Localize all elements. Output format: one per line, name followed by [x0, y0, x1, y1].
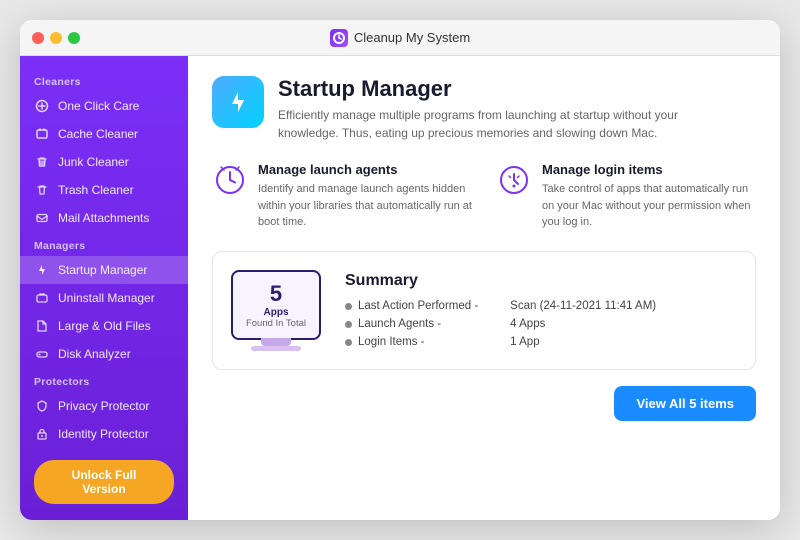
summary-label-1: Launch Agents -	[358, 318, 441, 330]
summary-dot	[345, 339, 352, 346]
sidebar-item-label: Identity Protector	[58, 427, 149, 441]
feature-launch-agents: Manage launch agents Identify and manage…	[212, 162, 472, 231]
main-content: Cleaners One Click Care Cache Cleaner Ju…	[20, 56, 780, 520]
content-header-text: Startup Manager Efficiently manage multi…	[278, 76, 718, 142]
summary-info: Summary Last Action Performed - Launch A…	[345, 272, 737, 348]
sidebar-item-label: Startup Manager	[58, 263, 147, 277]
sidebar-item-junk-cleaner[interactable]: Junk Cleaner	[20, 148, 188, 176]
app-window: Cleanup My System Cleaners One Click Car…	[20, 20, 780, 520]
view-all-button[interactable]: View All 5 items	[614, 386, 756, 421]
feature-launch-agents-text: Manage launch agents Identify and manage…	[258, 162, 472, 231]
sidebar-item-label: Junk Cleaner	[58, 155, 129, 169]
summary-dot	[345, 303, 352, 310]
summary-value-2: 1 App	[510, 336, 539, 348]
summary-labels-col: Last Action Performed - Launch Agents - …	[345, 300, 478, 348]
monitor-stand	[261, 338, 291, 346]
content-header: Startup Manager Efficiently manage multi…	[212, 76, 756, 142]
summary-label-0: Last Action Performed -	[358, 300, 478, 312]
titlebar: Cleanup My System	[20, 20, 780, 56]
sidebar-item-label: Large & Old Files	[58, 319, 151, 333]
sidebar-item-label: Uninstall Manager	[58, 291, 155, 305]
startup-manager-header-icon	[212, 76, 264, 128]
launch-agents-icon	[212, 162, 248, 198]
sidebar-item-label: Disk Analyzer	[58, 347, 131, 361]
feature-launch-agents-title: Manage launch agents	[258, 162, 472, 177]
sidebar-item-trash-cleaner[interactable]: Trash Cleaner	[20, 176, 188, 204]
uninstall-manager-icon	[34, 290, 50, 306]
feature-login-items: Manage login items Take control of apps …	[496, 162, 756, 231]
managers-section-label: Managers	[20, 232, 188, 256]
mail-icon	[34, 210, 50, 226]
startup-manager-icon	[34, 262, 50, 278]
minimize-button[interactable]	[50, 32, 62, 44]
titlebar-title: Cleanup My System	[330, 29, 470, 47]
sidebar-item-label: Privacy Protector	[58, 399, 149, 413]
sidebar-footer: Unlock Full Version	[20, 448, 188, 516]
sidebar-item-startup-manager[interactable]: Startup Manager	[20, 256, 188, 284]
sidebar-item-mail-attachments[interactable]: Mail Attachments	[20, 204, 188, 232]
summary-rows: Last Action Performed - Launch Agents - …	[345, 300, 737, 348]
trash-cleaner-icon	[34, 182, 50, 198]
sidebar-item-label: One Click Care	[58, 99, 139, 113]
summary-row-2: Login Items -	[345, 336, 478, 348]
sidebar-item-large-old-files[interactable]: Large & Old Files	[20, 312, 188, 340]
apps-count: 5	[270, 281, 282, 307]
content-footer: View All 5 items	[212, 386, 756, 421]
summary-dot	[345, 321, 352, 328]
content-title: Startup Manager	[278, 76, 718, 102]
summary-label-2: Login Items -	[358, 336, 424, 348]
sidebar-item-uninstall-manager[interactable]: Uninstall Manager	[20, 284, 188, 312]
large-files-icon	[34, 318, 50, 334]
apps-label: Apps	[264, 307, 289, 318]
protectors-section-label: Protectors	[20, 368, 188, 392]
sidebar-item-label: Cache Cleaner	[58, 127, 138, 141]
feature-login-items-text: Manage login items Take control of apps …	[542, 162, 756, 231]
privacy-protector-icon	[34, 398, 50, 414]
sidebar-item-disk-analyzer[interactable]: Disk Analyzer	[20, 340, 188, 368]
sidebar-item-identity-protector[interactable]: Identity Protector	[20, 420, 188, 448]
login-items-icon	[496, 162, 532, 198]
summary-value-0: Scan (24-11-2021 11:41 AM)	[510, 300, 656, 312]
app-title: Cleanup My System	[354, 30, 470, 45]
one-click-care-icon	[34, 98, 50, 114]
feature-login-items-desc: Take control of apps that automatically …	[542, 181, 756, 231]
feature-login-items-title: Manage login items	[542, 162, 756, 177]
monitor-screen: 5 Apps Found In Total	[231, 270, 321, 340]
found-label: Found In Total	[246, 318, 306, 329]
monitor-base	[251, 346, 301, 351]
content-area: Startup Manager Efficiently manage multi…	[188, 56, 780, 520]
junk-cleaner-icon	[34, 154, 50, 170]
feature-launch-agents-desc: Identify and manage launch agents hidden…	[258, 181, 472, 231]
sidebar-item-cache-cleaner[interactable]: Cache Cleaner	[20, 120, 188, 148]
summary-row-0: Last Action Performed -	[345, 300, 478, 312]
sidebar-item-privacy-protector[interactable]: Privacy Protector	[20, 392, 188, 420]
features-row: Manage launch agents Identify and manage…	[212, 162, 756, 231]
traffic-lights	[32, 32, 80, 44]
sidebar-item-label: Trash Cleaner	[58, 183, 134, 197]
summary-card: 5 Apps Found In Total Summary Last Actio…	[212, 251, 756, 370]
app-icon	[330, 29, 348, 47]
maximize-button[interactable]	[68, 32, 80, 44]
disk-analyzer-icon	[34, 346, 50, 362]
monitor-illustration: 5 Apps Found In Total	[231, 270, 321, 351]
summary-value-row-1: 4 Apps	[510, 318, 656, 330]
summary-value-1: 4 Apps	[510, 318, 545, 330]
summary-title: Summary	[345, 272, 737, 290]
cache-cleaner-icon	[34, 126, 50, 142]
summary-values-col: Scan (24-11-2021 11:41 AM) 4 Apps 1 App	[510, 300, 656, 348]
summary-value-row-0: Scan (24-11-2021 11:41 AM)	[510, 300, 656, 312]
sidebar: Cleaners One Click Care Cache Cleaner Ju…	[20, 56, 188, 520]
summary-value-row-2: 1 App	[510, 336, 656, 348]
unlock-full-version-button[interactable]: Unlock Full Version	[34, 460, 174, 504]
summary-row-1: Launch Agents -	[345, 318, 478, 330]
close-button[interactable]	[32, 32, 44, 44]
sidebar-item-label: Mail Attachments	[58, 211, 149, 225]
cleaners-section-label: Cleaners	[20, 68, 188, 92]
identity-protector-icon	[34, 426, 50, 442]
content-description: Efficiently manage multiple programs fro…	[278, 106, 718, 142]
sidebar-item-one-click-care[interactable]: One Click Care	[20, 92, 188, 120]
